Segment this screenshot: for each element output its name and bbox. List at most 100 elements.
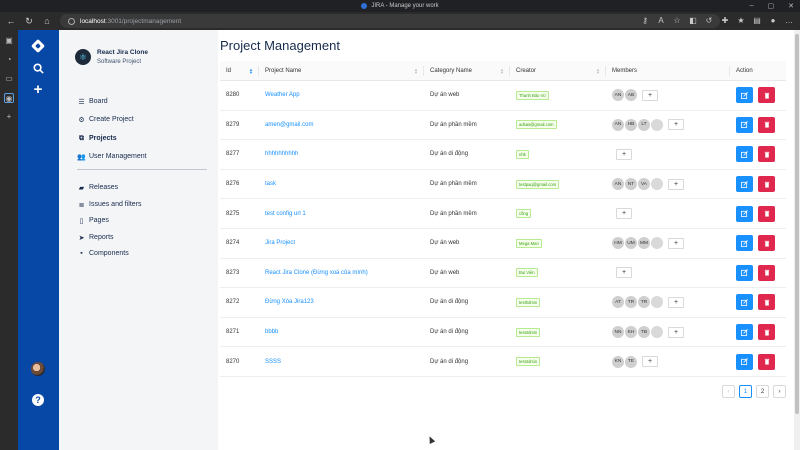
member-avatar[interactable]: KH: [625, 326, 637, 339]
key-icon[interactable]: ⚷: [640, 15, 650, 25]
sidebar-item-pages[interactable]: ▯ Pages: [77, 216, 109, 225]
sidebar-item-issues-and-filters[interactable]: ≣ Issues and filters: [77, 200, 142, 209]
member-avatar[interactable]: VA: [638, 178, 650, 191]
member-avatar[interactable]: LT: [638, 118, 650, 131]
more-icon[interactable]: …: [784, 15, 794, 25]
delete-button[interactable]: [758, 353, 775, 370]
sidebar-item-projects[interactable]: ⧉ Projects: [77, 134, 117, 143]
extension-icon[interactable]: ◧: [688, 15, 698, 25]
project-link[interactable]: Jira Project: [265, 240, 295, 246]
project-link[interactable]: test config url 1: [265, 211, 306, 217]
delete-button[interactable]: [758, 324, 775, 341]
member-avatar[interactable]: [651, 296, 663, 309]
member-avatar[interactable]: TE: [625, 355, 637, 368]
member-avatar[interactable]: [651, 326, 663, 339]
edit-button[interactable]: [736, 235, 753, 252]
add-member-button[interactable]: +: [668, 326, 684, 338]
favorite-icon[interactable]: ☆: [672, 15, 682, 25]
sort-icon[interactable]: ▲ ▼: [596, 67, 600, 74]
member-avatar[interactable]: HB: [625, 118, 637, 131]
member-avatar[interactable]: KN: [612, 355, 624, 368]
prev-page-button[interactable]: ‹: [722, 385, 735, 398]
member-avatar[interactable]: AB: [625, 89, 637, 102]
edit-button[interactable]: [736, 264, 753, 281]
project-link[interactable]: task: [265, 181, 276, 187]
member-avatar[interactable]: AN: [612, 118, 624, 131]
sort-icon[interactable]: ▲ ▼: [249, 67, 253, 74]
help-icon[interactable]: ?: [32, 394, 44, 406]
user-avatar[interactable]: [31, 362, 45, 376]
member-avatar[interactable]: TB: [638, 326, 650, 339]
info-icon[interactable]: [68, 17, 75, 25]
favorites-list-icon[interactable]: ★: [736, 15, 746, 25]
delete-button[interactable]: [758, 116, 775, 133]
sort-icon[interactable]: ▲ ▼: [500, 67, 504, 74]
search-icon[interactable]: [30, 60, 46, 76]
edit-button[interactable]: [736, 176, 753, 193]
maximize-icon[interactable]: ▢: [768, 2, 775, 10]
refresh-icon[interactable]: ↻: [22, 14, 36, 28]
member-avatar[interactable]: TR: [625, 296, 637, 309]
member-avatar[interactable]: NN: [612, 326, 624, 339]
history-icon[interactable]: ◔: [4, 55, 14, 65]
member-avatar[interactable]: AN: [612, 178, 624, 191]
sidebar-item-reports[interactable]: ➤ Reports: [77, 233, 114, 242]
project-link[interactable]: amen@gmail.com: [265, 122, 313, 128]
edit-button[interactable]: [736, 146, 753, 163]
next-page-button[interactable]: ›: [773, 385, 786, 398]
page-2-button[interactable]: 2: [756, 385, 769, 398]
member-avatar[interactable]: [651, 178, 663, 191]
member-avatar[interactable]: [651, 237, 663, 250]
column-header-project-name[interactable]: Project Name ▲ ▼: [259, 61, 424, 81]
project-link[interactable]: React Jira Clone (Đừng xoá của mình): [265, 270, 368, 276]
member-avatar[interactable]: UM: [625, 237, 637, 250]
member-avatar[interactable]: NT: [625, 178, 637, 191]
sidebar-item-user-management[interactable]: 👥 User Management: [77, 152, 146, 161]
project-link[interactable]: bbbb: [265, 329, 278, 335]
active-tab-icon[interactable]: ◉: [4, 93, 14, 103]
sidebar-item-components[interactable]: ▪ Components: [77, 249, 128, 258]
jira-logo-icon[interactable]: [30, 38, 46, 54]
page-1-button[interactable]: 1: [739, 385, 752, 398]
back-icon[interactable]: ←: [4, 14, 18, 28]
tab-actions-icon[interactable]: ▣: [4, 36, 14, 46]
delete-button[interactable]: [758, 235, 775, 252]
sidebar-item-releases[interactable]: ▰ Releases: [77, 183, 118, 192]
home-icon[interactable]: ⌂: [40, 14, 54, 28]
sidebar-item-create-project[interactable]: ⚙ Create Project: [77, 115, 133, 124]
profile-icon[interactable]: ●: [768, 15, 778, 25]
edit-button[interactable]: [736, 205, 753, 222]
column-header-category-name[interactable]: Category Name ▲ ▼: [424, 61, 510, 81]
address-bar[interactable]: localhost:3001/projectmanagement: [60, 14, 720, 28]
edit-button[interactable]: [736, 116, 753, 133]
puzzle-icon[interactable]: ✚: [720, 15, 730, 25]
edit-button[interactable]: [736, 353, 753, 370]
project-link[interactable]: Weather App: [265, 92, 300, 98]
delete-button[interactable]: [758, 87, 775, 104]
create-plus-icon[interactable]: +: [30, 81, 46, 98]
member-avatar[interactable]: HM: [612, 237, 624, 250]
edit-button[interactable]: [736, 324, 753, 341]
column-header-id[interactable]: Id ▲ ▼: [220, 61, 259, 81]
delete-button[interactable]: [758, 264, 775, 281]
delete-button[interactable]: [758, 146, 775, 163]
member-avatar[interactable]: MM: [638, 237, 650, 250]
add-member-button[interactable]: +: [616, 267, 632, 279]
add-member-button[interactable]: +: [616, 208, 632, 220]
project-link[interactable]: SSSS: [265, 359, 281, 365]
member-avatar[interactable]: TR: [638, 296, 650, 309]
member-avatar[interactable]: AN: [612, 89, 624, 102]
edit-button[interactable]: [736, 87, 753, 104]
member-avatar[interactable]: [651, 118, 663, 131]
read-aloud-icon[interactable]: A: [656, 15, 666, 25]
add-member-button[interactable]: +: [668, 296, 684, 308]
delete-button[interactable]: [758, 176, 775, 193]
collections-icon[interactable]: ▤: [752, 15, 762, 25]
sort-icon[interactable]: ▲ ▼: [414, 67, 418, 74]
minimize-icon[interactable]: –: [750, 2, 754, 10]
refresh-extension-icon[interactable]: ↺: [704, 15, 714, 25]
edit-button[interactable]: [736, 294, 753, 311]
add-member-button[interactable]: +: [616, 148, 632, 160]
column-header-creator[interactable]: Creator ▲ ▼: [510, 61, 606, 81]
add-member-button[interactable]: +: [668, 119, 684, 131]
